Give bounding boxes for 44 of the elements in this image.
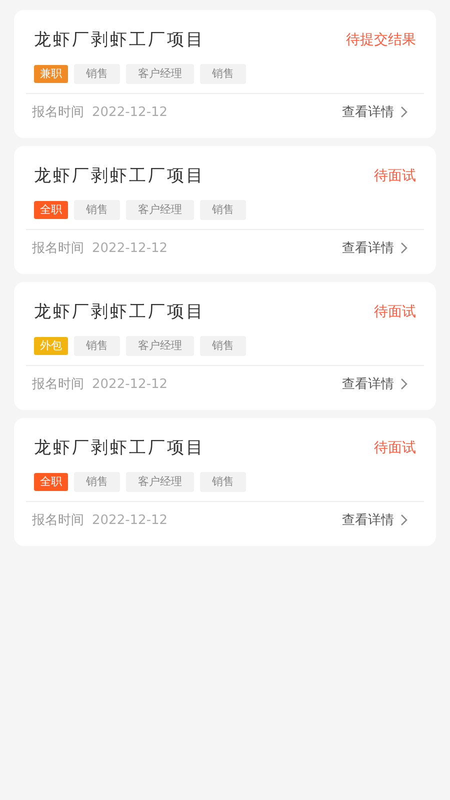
job-type-tag: 兼职 <box>34 64 68 82</box>
job-tag: 销售 <box>74 472 120 492</box>
status-label: 待面试 <box>374 167 416 186</box>
job-type-tag: 全职 <box>34 200 68 218</box>
project-title: 龙虾厂剥虾工厂项目 <box>34 29 205 52</box>
job-type-tag: 外包 <box>34 336 68 354</box>
status-label: 待面试 <box>374 303 416 322</box>
job-tag: 销售 <box>200 472 246 492</box>
application-card[interactable]: 龙虾厂剥虾工厂项目 待面试 全职 销售 客户经理 销售 报名时间 2022-12-12 查看详情 <box>14 418 436 546</box>
job-type-tag: 全职 <box>34 472 68 490</box>
job-tag: 销售 <box>200 200 246 220</box>
signup-date: 2022-12-12 <box>92 376 168 394</box>
date-label: 报名时间 <box>32 104 84 122</box>
job-tag: 销售 <box>74 200 120 220</box>
application-card[interactable]: 龙虾厂剥虾工厂项目 待提交结果 兼职 销售 客户经理 销售 报名时间 2022-12-12 查看详情 <box>14 10 436 138</box>
view-details-link[interactable]: 查看详情 <box>342 238 408 258</box>
date-label: 报名时间 <box>32 376 84 394</box>
date-label: 报名时间 <box>32 512 84 530</box>
chevron-right-icon <box>400 378 408 390</box>
chevron-right-icon <box>400 242 408 254</box>
job-tag: 销售 <box>200 336 246 356</box>
status-label: 待提交结果 <box>346 31 416 50</box>
project-title: 龙虾厂剥虾工厂项目 <box>34 301 205 324</box>
job-tag: 销售 <box>74 336 120 356</box>
project-title: 龙虾厂剥虾工厂项目 <box>34 165 205 188</box>
view-details-link[interactable]: 查看详情 <box>342 510 408 530</box>
signup-date: 2022-12-12 <box>92 240 168 258</box>
job-tag: 客户经理 <box>126 472 194 492</box>
job-tag: 客户经理 <box>126 64 194 84</box>
view-details-link[interactable]: 查看详情 <box>342 102 408 122</box>
view-details-link[interactable]: 查看详情 <box>342 374 408 394</box>
application-card[interactable]: 龙虾厂剥虾工厂项目 待面试 全职 销售 客户经理 销售 报名时间 2022-12-12 查看详情 <box>14 146 436 274</box>
chevron-right-icon <box>400 514 408 526</box>
job-tag: 客户经理 <box>126 200 194 220</box>
signup-date: 2022-12-12 <box>92 512 168 530</box>
signup-date: 2022-12-12 <box>92 104 168 122</box>
job-tag: 客户经理 <box>126 336 194 356</box>
project-title: 龙虾厂剥虾工厂项目 <box>34 437 205 460</box>
date-label: 报名时间 <box>32 240 84 258</box>
job-tag: 销售 <box>200 64 246 84</box>
application-card[interactable]: 龙虾厂剥虾工厂项目 待面试 外包 销售 客户经理 销售 报名时间 2022-12-12 查看详情 <box>14 282 436 410</box>
status-label: 待面试 <box>374 439 416 458</box>
job-tag: 销售 <box>74 64 120 84</box>
chevron-right-icon <box>400 106 408 118</box>
